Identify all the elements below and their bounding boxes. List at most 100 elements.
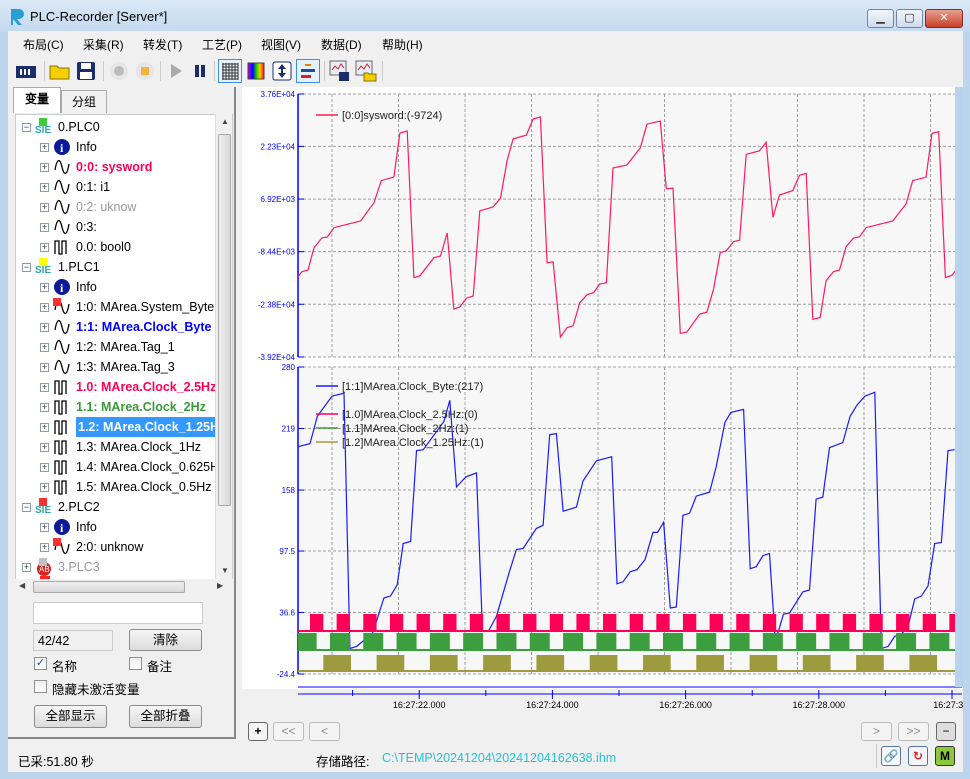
tab-groups[interactable]: 分组 (61, 90, 107, 113)
trend-chart[interactable]: 3.76E+04 2.23E+04 6.92E+03 -8.44E+03 -2.38E+… (242, 87, 963, 712)
play-icon[interactable] (164, 59, 188, 83)
color-palette-icon[interactable] (244, 59, 268, 83)
tree-item[interactable]: +0:1: i1 (40, 177, 110, 197)
menu-process[interactable]: 工艺(P) (202, 36, 242, 53)
menu-layout[interactable]: 布局(C) (23, 36, 64, 53)
record-icon[interactable] (107, 59, 131, 83)
digital-signal-icon (53, 438, 73, 456)
clear-button[interactable]: 清除 (129, 629, 202, 651)
expand-icon[interactable]: + (40, 202, 49, 212)
last-page-button[interactable]: >> (898, 722, 929, 741)
refresh-icon[interactable]: ↻ (908, 746, 928, 766)
scroll-up-icon[interactable]: ▲ (221, 117, 229, 126)
collapse-icon[interactable]: − (22, 122, 31, 132)
expand-icon[interactable]: + (40, 182, 49, 192)
plc-device-icon[interactable] (14, 59, 38, 83)
tree-item[interactable]: +0:0: sysword (40, 157, 152, 177)
tree-item[interactable]: +0:2: uknow (40, 197, 136, 217)
expand-icon[interactable]: + (40, 162, 49, 172)
vertical-fit-icon[interactable] (270, 59, 294, 83)
open-folder-icon[interactable] (48, 59, 72, 83)
tree-item[interactable]: +1.3: MArea.Clock_1Hz (40, 437, 201, 457)
tree-item[interactable]: +1.2: MArea.Clock_1.25Hz (40, 417, 228, 437)
tree-item[interactable]: +1.5: MArea.Clock_0.5Hz (40, 477, 211, 497)
tree-item[interactable]: +0.0: bool0 (40, 237, 131, 257)
m-mode-icon[interactable]: M (935, 746, 955, 766)
expand-icon[interactable]: + (22, 562, 31, 572)
tree-item[interactable]: +1:1: MArea.Clock_Byte (40, 317, 211, 337)
expand-icon[interactable]: + (40, 382, 49, 392)
align-bars-icon[interactable] (296, 59, 320, 83)
menu-data[interactable]: 数据(D) (321, 36, 362, 53)
expand-icon[interactable]: + (40, 482, 49, 492)
show-all-button[interactable]: 全部显示 (34, 705, 107, 728)
panel-divider[interactable] (234, 87, 236, 737)
scroll-right-icon[interactable]: ▶ (217, 581, 223, 590)
tab-variables[interactable]: 变量 (13, 87, 61, 113)
tree-item[interactable]: +1:3: MArea.Tag_3 (40, 357, 175, 377)
filter-input[interactable] (33, 602, 203, 624)
collapse-all-button[interactable]: 全部折叠 (129, 705, 202, 728)
name-checkbox[interactable]: ✓ (34, 657, 47, 670)
expand-icon[interactable]: + (40, 542, 49, 552)
tree-item[interactable]: + i Info (40, 277, 97, 297)
stop-icon[interactable] (133, 59, 157, 83)
expand-icon[interactable]: + (40, 302, 49, 312)
tree-item[interactable]: +1.4: MArea.Clock_0.625Hz (40, 457, 225, 477)
save-icon[interactable] (74, 59, 98, 83)
expand-icon[interactable]: + (40, 522, 49, 532)
tree-item[interactable]: +2:0: unknow (40, 537, 143, 557)
open-chart-icon[interactable] (354, 59, 378, 83)
scroll-down-icon[interactable]: ▼ (221, 566, 229, 575)
menu-forward[interactable]: 转发(T) (143, 36, 182, 53)
tree-vertical-scrollbar[interactable]: ▲ ▼ (215, 114, 232, 580)
tree-item[interactable]: + i Info (40, 137, 97, 157)
tree-item[interactable]: +0:3: (40, 217, 97, 237)
storage-path[interactable]: C:\TEMP\20241204\20241204162638.ihm (382, 751, 616, 765)
tree-item[interactable]: +1.0: MArea.Clock_2.5Hz (40, 377, 216, 397)
expand-icon[interactable]: + (40, 462, 49, 472)
tree-horizontal-scrollbar[interactable]: ◀ ▶ (15, 579, 233, 595)
tree-item[interactable]: +1.1: MArea.Clock_2Hz (40, 397, 206, 417)
expand-icon[interactable]: + (40, 402, 49, 412)
note-checkbox[interactable] (129, 657, 142, 670)
grid-icon[interactable] (218, 59, 242, 83)
expand-icon[interactable]: + (40, 422, 49, 432)
expand-icon[interactable]: + (40, 282, 49, 292)
tree-item[interactable]: +1:0: MArea.System_Byte (40, 297, 214, 317)
expand-icon[interactable]: + (40, 442, 49, 452)
link-icon[interactable]: 🔗 (881, 746, 901, 766)
menu-view[interactable]: 视图(V) (261, 36, 301, 53)
menu-bar: 布局(C) 采集(R) 转发(T) 工艺(P) 视图(V) 数据(D) 帮助(H… (8, 32, 963, 54)
pause-icon[interactable] (188, 59, 212, 83)
tree-item[interactable]: +1:2: MArea.Tag_1 (40, 337, 175, 357)
scroll-thumb[interactable] (218, 134, 231, 506)
scroll-left-icon[interactable]: ◀ (19, 581, 25, 590)
collapse-icon[interactable]: − (22, 262, 31, 272)
expand-icon[interactable]: + (40, 142, 49, 152)
expand-icon[interactable]: + (40, 362, 49, 372)
expand-icon[interactable]: + (40, 242, 49, 252)
next-page-button[interactable]: > (861, 722, 892, 741)
tree-item[interactable]: − SIE 2.PLC2 (22, 497, 100, 517)
prev-page-button[interactable]: < (309, 722, 340, 741)
menu-acquire[interactable]: 采集(R) (83, 36, 124, 53)
remove-chart-button[interactable]: − (936, 722, 956, 741)
menu-help[interactable]: 帮助(H) (382, 36, 423, 53)
save-chart-icon[interactable] (328, 59, 352, 83)
minimize-button[interactable]: ▁ (867, 9, 894, 28)
tree-item[interactable]: + AB 3.PLC3 (22, 557, 100, 577)
first-page-button[interactable]: << (273, 722, 304, 741)
tree-item[interactable]: + i Info (40, 517, 97, 537)
maximize-button[interactable]: ▢ (896, 9, 923, 28)
close-button[interactable]: ✕ (925, 9, 963, 28)
expand-icon[interactable]: + (40, 322, 49, 332)
add-chart-button[interactable]: + (248, 722, 268, 741)
collapse-icon[interactable]: − (22, 502, 31, 512)
scroll-thumb-horizontal[interactable] (33, 581, 185, 593)
expand-icon[interactable]: + (40, 342, 49, 352)
hide-inactive-checkbox[interactable] (34, 680, 47, 693)
expand-icon[interactable]: + (40, 222, 49, 232)
tree-item[interactable]: − SIE 1.PLC1 (22, 257, 100, 277)
tree-item[interactable]: − SIE 0.PLC0 (22, 117, 100, 137)
